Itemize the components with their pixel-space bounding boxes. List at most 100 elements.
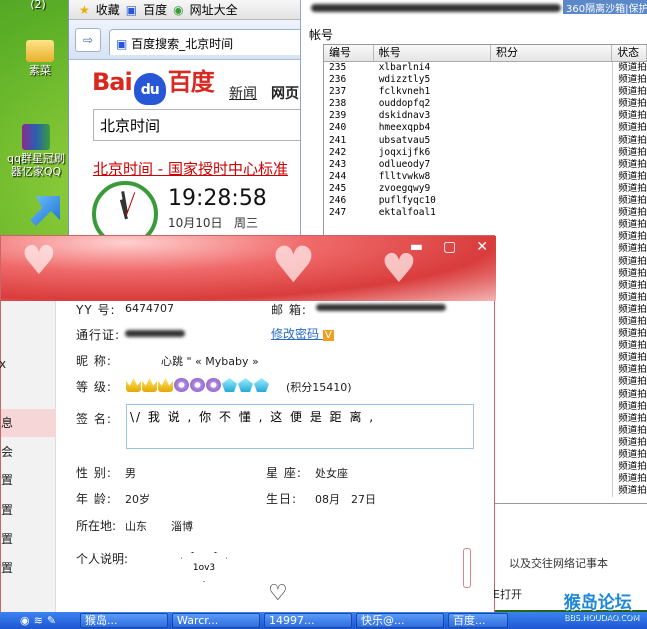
sidebar-item[interactable]: 置 <box>1 530 56 547</box>
sidebar-item[interactable]: 会 <box>1 443 56 460</box>
desktop-icon-top[interactable]: (2) <box>6 0 70 11</box>
table-row[interactable]: 236 wdizztly5 频道拍 <box>324 74 647 87</box>
quick-launch-icon[interactable]: ✎ <box>47 614 56 627</box>
heart-outline-icon: ♡ <box>268 581 288 606</box>
account-section-title: 帐号 <box>309 28 334 42</box>
email-label: 邮 箱: <box>271 303 307 317</box>
tab-bar: ⇨ ▣ 百度搜索_北京时间 <box>69 20 309 60</box>
taskbar-item-warcraft[interactable]: Warcr... <box>172 613 261 628</box>
desktop-arrow-icon[interactable] <box>30 196 60 226</box>
open-button[interactable]: E打开 <box>493 586 522 602</box>
restore-icon[interactable]: ▢ <box>443 239 456 255</box>
diamond-icon <box>254 378 269 392</box>
cell-empty <box>491 135 612 147</box>
taskbar-item-houdao[interactable]: 猴岛... <box>80 613 169 628</box>
cell-id: 242 <box>329 146 347 158</box>
heart-decor-icon: ♥ <box>271 236 316 294</box>
cell-status: 频道拍 <box>612 352 647 365</box>
search-input[interactable]: 北京时间 <box>93 109 308 141</box>
desktop-icon-top-label: (2) <box>30 0 46 11</box>
desktop-icon-qq-tool[interactable]: qq群星冠刷器亿家QQ <box>4 124 68 178</box>
cell-status: 频道拍 <box>612 449 647 462</box>
cell-status: 频道拍 <box>612 424 647 437</box>
col-status[interactable]: 状态 <box>612 45 647 61</box>
location-province: 山东 <box>125 520 147 533</box>
sidebar-item[interactable]: 置 <box>1 501 56 518</box>
current-time: 19:28:58 <box>168 186 267 211</box>
table-row[interactable]: 239 dskidnav3 频道拍 <box>324 110 647 123</box>
cell-status: 频道拍 <box>612 376 647 389</box>
quick-launch-icon[interactable]: ≋ <box>34 614 43 627</box>
cell-status: 频道拍 <box>612 62 647 75</box>
cell-id: 237 <box>329 86 347 98</box>
tab-baidu-search[interactable]: ▣ 百度搜索_北京时间 <box>109 29 309 55</box>
cell-status: 频道拍 <box>612 231 647 244</box>
desktop-icon-sucai[interactable]: 素菜 <box>8 40 72 77</box>
cell-empty <box>491 98 612 110</box>
sidebar-item[interactable]: 置 <box>1 559 56 576</box>
table-row[interactable]: 244 flltvwkw8 频道拍 <box>324 170 647 183</box>
gender-label: 性 别: <box>76 466 112 480</box>
table-row[interactable]: 237 fclkvneh1 频道拍 <box>324 86 647 99</box>
cell-empty <box>491 304 612 316</box>
sidebar-item-info[interactable]: 息 <box>1 409 56 437</box>
baidu-icon: ▣ <box>125 2 138 17</box>
table-row[interactable]: 247 ektalfoal1 频道拍 <box>324 207 647 220</box>
profile-header: ♥ ♥ ♥ ▬ ▢ ✕ <box>1 236 496 301</box>
cell-empty <box>491 171 612 183</box>
taskbar-item-14997[interactable]: 14997... <box>264 613 353 628</box>
search-result-link[interactable]: 北京时间 - 国家授时中心标准 <box>93 158 288 179</box>
bookmark-baidu[interactable]: 百度 <box>143 1 167 18</box>
level-badges <box>126 378 269 392</box>
sidebar-item[interactable]: 置 <box>1 471 56 488</box>
bookmark-favorites[interactable]: 收藏 <box>96 1 120 18</box>
heart-text: 1ov3 <box>192 563 216 573</box>
redacted-passport <box>125 330 185 337</box>
cell-empty <box>491 389 612 401</box>
cell-empty <box>491 280 612 292</box>
bookmark-site-nav[interactable]: 网址大全 <box>190 1 238 18</box>
col-account[interactable]: 帐号 <box>374 45 491 61</box>
cell-id: 247 <box>329 207 347 219</box>
back-arrow-icon[interactable]: ⇨ <box>75 28 101 52</box>
cell-status: 频道拍 <box>612 400 647 413</box>
table-row[interactable]: 243 odlueody7 频道拍 <box>324 158 647 171</box>
close-icon[interactable]: ✕ <box>476 239 488 255</box>
col-id[interactable]: 编号 <box>324 45 374 61</box>
birthday-day: 27日 <box>351 493 376 506</box>
cell-id: 243 <box>329 158 347 170</box>
table-row[interactable]: 246 puflfyqc10 频道拍 <box>324 195 647 208</box>
signature-input[interactable]: \/ 我 说 , 你 不 懂 , 这 便 是 距 离 , <box>126 404 474 449</box>
table-row[interactable]: 245 zvoegqwy9 频道拍 <box>324 182 647 196</box>
level-label: 等 级: <box>76 380 112 394</box>
baidu-logo[interactable]: Bai du 百度 <box>92 62 215 105</box>
cell-status: 频道拍 <box>612 461 647 474</box>
cell-empty <box>491 461 612 473</box>
taskbar-item-baidu[interactable]: 百度... <box>448 613 509 628</box>
intro-scrollbar[interactable] <box>463 548 471 588</box>
col-points[interactable]: 积分 <box>491 45 613 61</box>
table-row[interactable]: 235 xlbarlni4 频道拍 <box>324 62 647 75</box>
cell-status: 频道拍 <box>612 182 647 196</box>
points-value: (积分15410) <box>286 381 352 394</box>
taskbar-item-kuaile[interactable]: 快乐@... <box>356 613 445 628</box>
sidebar-item[interactable]: x <box>0 357 54 371</box>
nav-web-link[interactable]: 网页 <box>271 83 299 103</box>
cell-empty <box>491 207 612 219</box>
nav-news-link[interactable]: 新闻 <box>229 83 257 103</box>
signature-label: 签 名: <box>76 412 112 426</box>
table-row[interactable]: 238 ouddopfq2 频道拍 <box>324 98 647 111</box>
table-row[interactable]: 240 hmeexqpb4 频道拍 <box>324 122 647 135</box>
minimize-icon[interactable]: ▬ <box>410 239 423 255</box>
account-table-header: 编号 帐号 积分 状态 <box>324 45 647 62</box>
modify-password-link[interactable]: 修改密码 V <box>271 325 334 342</box>
quick-launch-icon[interactable]: ◉ <box>20 614 30 627</box>
cell-empty <box>491 147 612 159</box>
location-city: 淄博 <box>171 520 193 533</box>
cell-status: 频道拍 <box>612 267 647 280</box>
table-row[interactable]: 频道拍 <box>324 219 647 232</box>
cell-status: 频道拍 <box>612 279 647 292</box>
table-row[interactable]: 242 joqxijfk6 频道拍 <box>324 146 647 159</box>
table-row[interactable]: 241 ubsatvau5 频道拍 <box>324 134 647 147</box>
cell-empty <box>491 473 612 485</box>
